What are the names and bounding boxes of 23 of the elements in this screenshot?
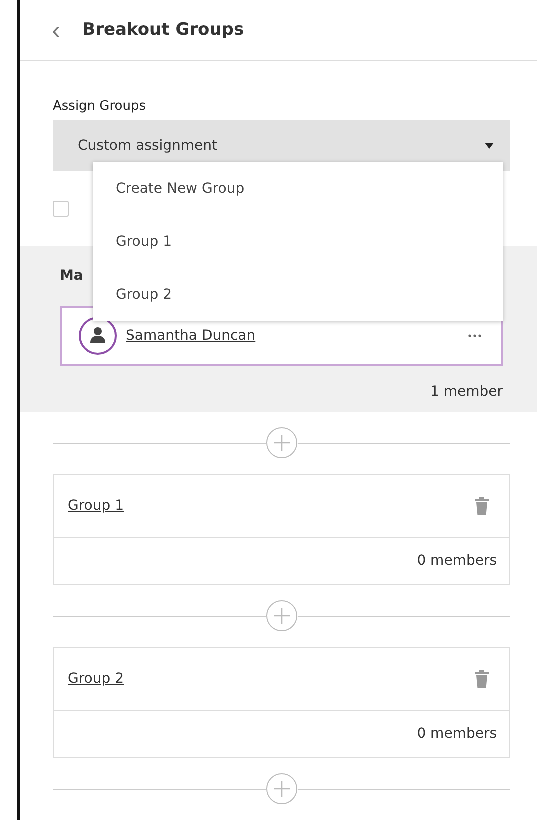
member-count: 0 members (417, 726, 497, 742)
more-icon[interactable] (467, 333, 483, 340)
trash-icon[interactable] (473, 496, 491, 516)
caret-icon (485, 142, 494, 149)
avatar-icon (78, 316, 118, 356)
back-button[interactable]: ‹ (52, 17, 61, 44)
member-count: 1 member (430, 384, 503, 400)
add-icon[interactable] (266, 427, 298, 460)
add-icon[interactable] (266, 773, 298, 805)
select-value: Custom assignment (78, 138, 218, 154)
add-icon[interactable] (266, 600, 298, 632)
trash-icon[interactable] (473, 669, 491, 690)
menu-item[interactable]: Create New Group (93, 162, 503, 215)
checkbox[interactable] (53, 200, 69, 217)
menu-item[interactable]: Group 2 (93, 268, 503, 321)
group-link[interactable]: Group 2 (68, 671, 124, 688)
assign-groups-label: Assign Groups (53, 99, 148, 114)
menu-item[interactable]: Group 1 (93, 215, 503, 268)
group-label: Ma (60, 268, 84, 284)
panel-title: Breakout Groups (82, 20, 244, 40)
member-link[interactable]: Samantha Duncan (126, 328, 459, 344)
member-count: 0 members (417, 553, 497, 570)
group-link[interactable]: Group 1 (68, 498, 124, 514)
